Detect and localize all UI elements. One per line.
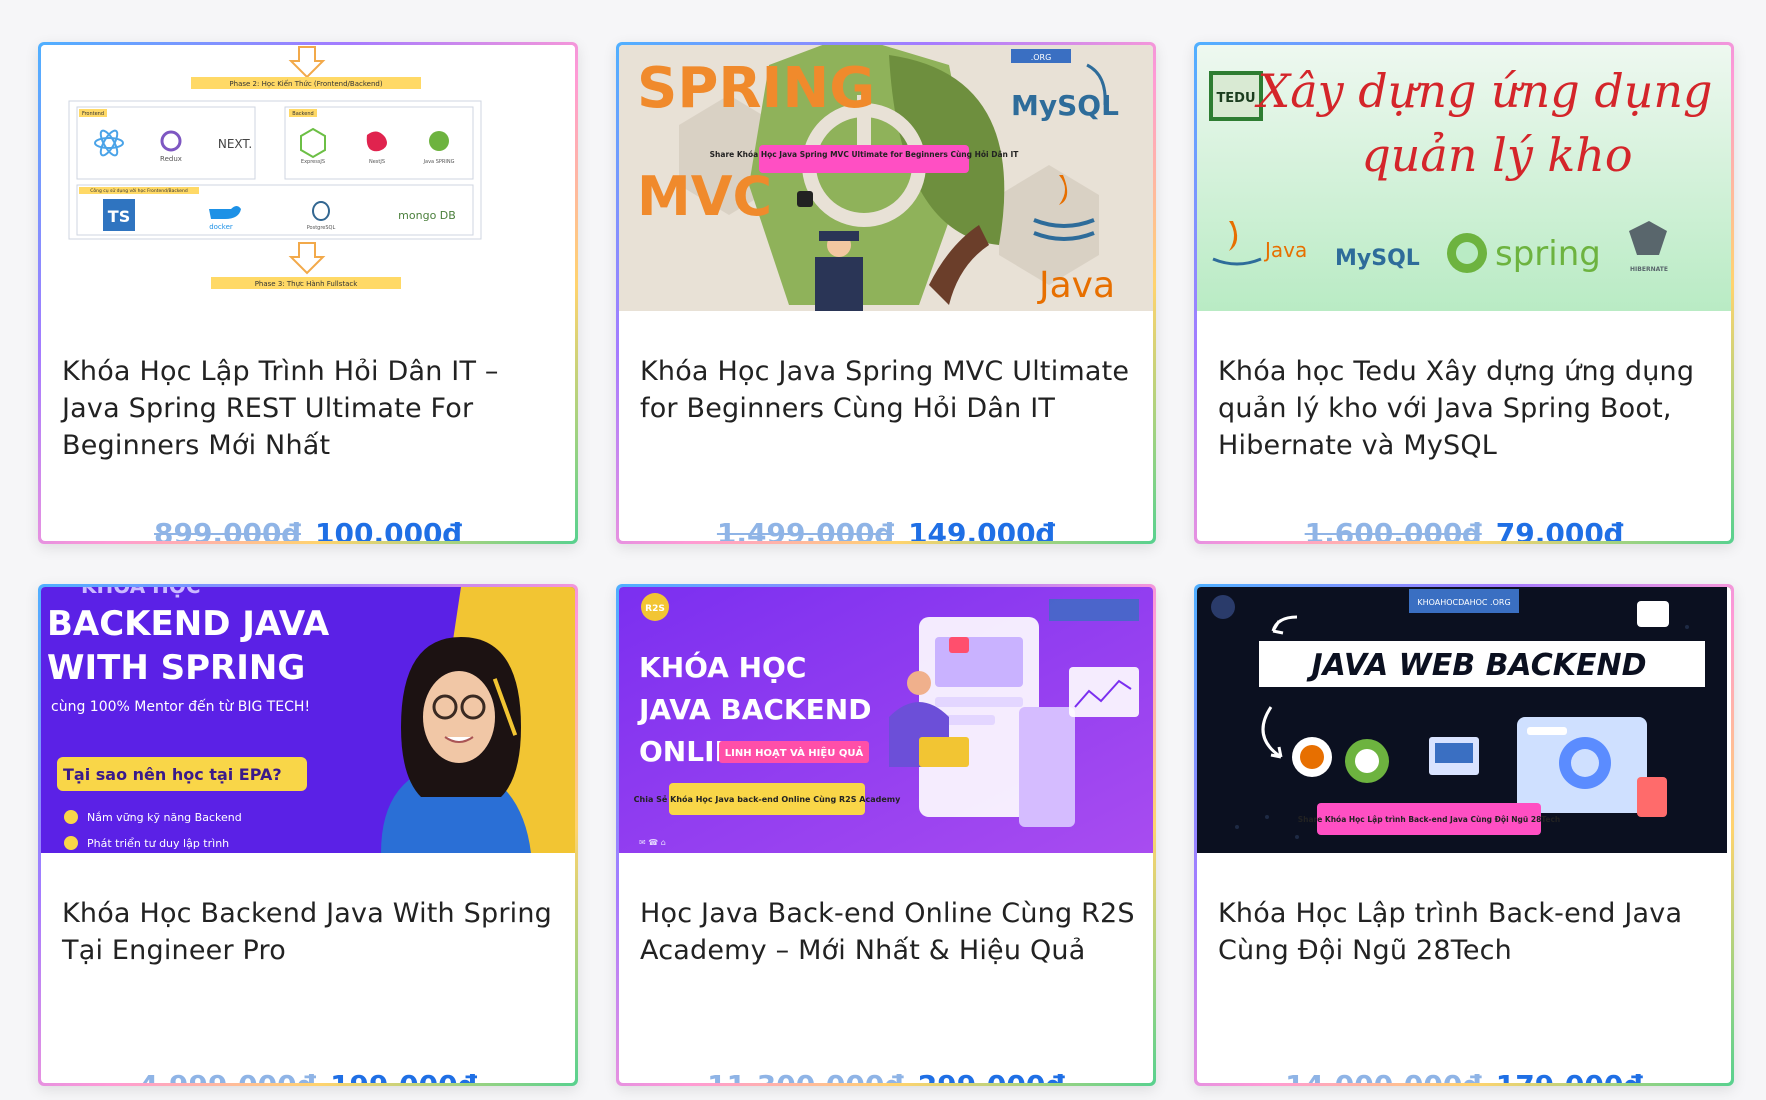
svg-text:LINH HOẠT VÀ HIỆU QUẢ: LINH HOẠT VÀ HIỆU QUẢ [725,745,864,759]
sale-price[interactable]: 299.000₫ [918,1069,1065,1083]
course-title[interactable]: Khóa Học Lập Trình Hỏi Dân IT – Java Spr… [62,353,561,464]
course-thumbnail[interactable]: TEDU Xây dựng ứng dụng quản lý kho Java … [1197,45,1731,311]
headline-line1: KHÓA HỌC [639,650,806,684]
svg-text:✉ ☎ ⌂: ✉ ☎ ⌂ [639,838,666,847]
lock-icon [797,191,813,207]
course-grid: Phase 2: Học Kiến Thức (Frontend/Backend… [38,42,1734,1086]
next-logo: NEXT. [218,137,252,151]
course-card[interactable]: SPRING MVC MySQL Java Share Khóa Học Jav… [616,42,1156,544]
banner-title: JAVA WEB BACKEND [1306,648,1646,683]
price-row: 1.600.000₫ 79.000₫ [1197,517,1731,541]
tedu-image: TEDU Xây dựng ứng dụng quản lý kho Java … [1197,45,1731,311]
svg-text:Nắm vững kỹ năng Backend: Nắm vững kỹ năng Backend [87,811,242,824]
original-price: 1.600.000₫ [1304,517,1482,541]
share-badge: Share Khóa Học Lập trình Back-end Java C… [1298,815,1561,824]
phase3-label: Phase 3: Thực Hành Fullstack [255,280,359,288]
course-title[interactable]: Khóa Học Backend Java With Spring Tại En… [62,895,561,969]
course-title[interactable]: Khóa Học Java Spring MVC Ultimate for Be… [640,353,1139,427]
original-price: 11.300.000₫ [707,1069,904,1083]
original-price: 1.499.000₫ [716,517,895,541]
check-icon [64,810,78,824]
svg-text:.ORG: .ORG [1031,53,1052,62]
course-thumbnail[interactable]: Phase 2: Học Kiến Thức (Frontend/Backend… [41,45,575,311]
engineer-pro-image: KHÓA HỌC BACKEND JAVA WITH SPRING cùng 1… [41,587,575,853]
course-card[interactable]: TEDU Xây dựng ứng dụng quản lý kho Java … [1194,42,1734,544]
svg-text:NestJS: NestJS [369,159,385,165]
28tech-logo [1211,595,1235,619]
code-icon [1637,601,1669,627]
mvc-text: MVC [637,165,772,228]
sale-price[interactable]: 179.000₫ [1496,1069,1643,1083]
headline-line1: BACKEND JAVA [47,604,330,644]
sale-price[interactable]: 149.000₫ [908,517,1055,541]
why-label: Tại sao nên học tại EPA? [63,765,282,784]
spring-text: spring [1495,234,1601,274]
share-badge: Chia Sẻ Khóa Học Java back-end Online Cù… [634,794,901,804]
course-card[interactable]: KHÓA HỌC BACKEND JAVA WITH SPRING cùng 1… [38,584,578,1086]
course-thumbnail[interactable]: R2S KHÓA HỌC JAVA BACKEND ONLINE LINH HO… [619,587,1153,853]
svg-text:TS: TS [108,207,130,226]
java-text: Java [1037,265,1115,306]
mongodb-logo: mongo DB [398,209,456,222]
svg-text:PostgreSQL: PostgreSQL [307,225,336,231]
price-row: 1.499.000₫ 149.000₫ [619,517,1153,541]
spring-icon [429,131,449,151]
spring-mvc-image: SPRING MVC MySQL Java Share Khóa Học Jav… [619,45,1153,311]
svg-text:docker: docker [209,223,233,231]
phase2-label: Phase 2: Học Kiến Thức (Frontend/Backend… [229,80,382,88]
headline-line2: quản lý kho [1361,128,1632,182]
price-row: 14.000.000₫ 179.000₫ [1197,1069,1731,1083]
svg-text:KHOAHOCDAHOC .ORG: KHOAHOCDAHOC .ORG [1417,598,1510,607]
dashboard-illustration [1517,717,1667,817]
course-card[interactable]: KHOAHOCDAHOC .ORG JAVA WEB BACKEND Share… [1194,584,1734,1086]
headline-line2: JAVA BACKEND [637,693,871,726]
svg-text:Backend: Backend [292,111,313,117]
price-row: 899.000₫ 100.000₫ [41,517,575,541]
course-title[interactable]: Khóa học Tedu Xây dựng ứng dụng quản lý … [1218,353,1717,464]
subtitle: cùng 100% Mentor đến từ BIG TECH! [51,698,310,715]
svg-text:Frontend: Frontend [82,111,104,117]
course-thumbnail[interactable]: KHÓA HỌC BACKEND JAVA WITH SPRING cùng 1… [41,587,575,853]
mysql-logo: MySQL [1011,89,1119,122]
original-price: 14.000.000₫ [1285,1069,1482,1083]
course-thumbnail[interactable]: KHOAHOCDAHOC .ORG JAVA WEB BACKEND Share… [1197,587,1731,853]
headline-line2: WITH SPRING [47,648,305,688]
sale-price[interactable]: 100.000₫ [315,517,462,541]
svg-text:Java SPRING: Java SPRING [423,159,455,165]
28tech-image: KHOAHOCDAHOC .ORG JAVA WEB BACKEND Share… [1197,587,1731,853]
course-title[interactable]: Khóa Học Lập trình Back-end Java Cùng Độ… [1218,895,1717,969]
sale-price[interactable]: 79.000₫ [1496,517,1624,541]
svg-text:R2S: R2S [645,604,665,614]
svg-text:ExpressJS: ExpressJS [301,159,325,165]
svg-text:Công cụ sử dụng với học Fronte: Công cụ sử dụng với học Frontend/Backend [90,187,188,194]
svg-text:Phát triển tư duy lập trình: Phát triển tư duy lập trình [87,837,229,850]
r2s-image: R2S KHÓA HỌC JAVA BACKEND ONLINE LINH HO… [619,587,1153,853]
police-figure [815,257,863,311]
headline-line1: Xây dựng ứng dụng [1254,64,1712,118]
roadmap-image: Phase 2: Học Kiến Thức (Frontend/Backend… [41,45,575,311]
original-price: 899.000₫ [153,517,301,541]
course-card[interactable]: R2S KHÓA HỌC JAVA BACKEND ONLINE LINH HO… [616,584,1156,1086]
course-card[interactable]: Phase 2: Học Kiến Thức (Frontend/Backend… [38,42,578,544]
sale-price[interactable]: 199.000₫ [330,1069,477,1083]
course-title[interactable]: Học Java Back-end Online Cùng R2S Academ… [640,895,1139,969]
spring-text: SPRING [637,56,875,121]
course-thumbnail[interactable]: SPRING MVC MySQL Java Share Khóa Học Jav… [619,45,1153,311]
share-badge: Share Khóa Học Java Spring MVC Ultimate … [710,150,1020,159]
svg-text:TEDU: TEDU [1216,91,1255,106]
original-price: 4.999.000₫ [139,1069,316,1083]
svg-text:KHÓA HỌC: KHÓA HỌC [81,587,201,598]
mysql-logo: MySQL [1335,246,1420,271]
price-row: 4.999.000₫ 199.000₫ [41,1069,575,1083]
price-row: 11.300.000₫ 299.000₫ [619,1069,1153,1083]
svg-text:Java: Java [1263,238,1307,262]
check-icon [64,836,78,850]
svg-text:HIBERNATE: HIBERNATE [1630,266,1668,273]
svg-text:Redux: Redux [160,155,182,163]
